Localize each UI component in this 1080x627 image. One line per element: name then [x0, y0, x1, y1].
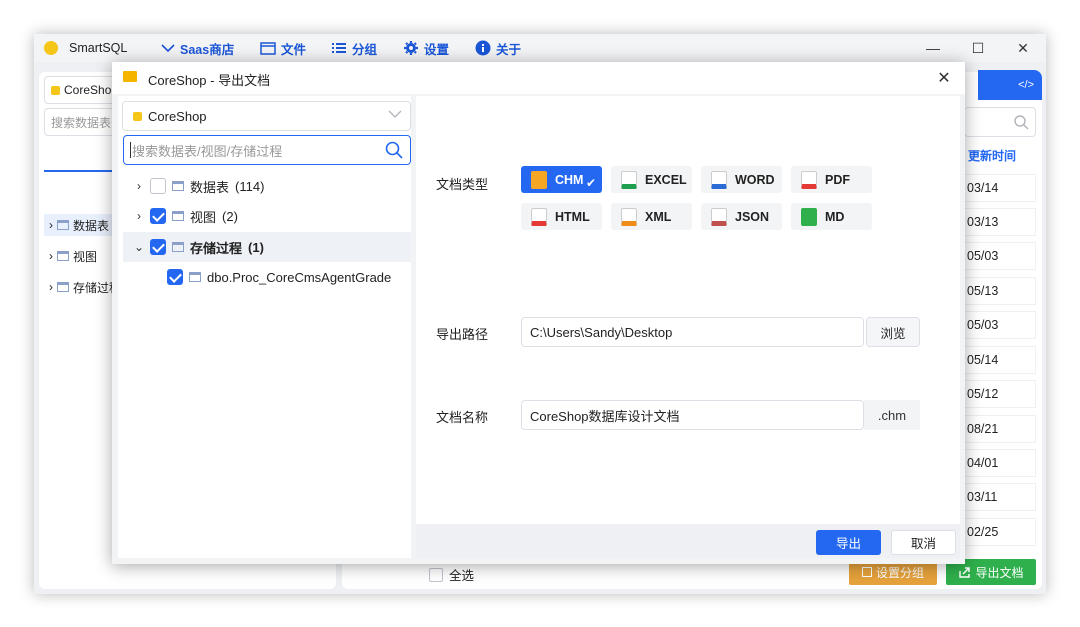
titlebar: SmartSQL Saas商店 文件 分组 设置 关于 — ☐ ✕: [34, 34, 1046, 62]
export-path-input[interactable]: C:\Users\Sandy\Desktop: [521, 317, 864, 347]
html-file-icon: [531, 207, 547, 226]
procedure-icon: [172, 242, 184, 252]
tree-node-tables[interactable]: › 数据表 (114): [134, 171, 411, 201]
export-button[interactable]: 导出: [816, 530, 881, 555]
export-path-label: 导出路径: [436, 327, 489, 342]
date-cell: 04/01: [964, 449, 1036, 477]
date-cell: 02/25: [964, 518, 1036, 546]
date-cell: 05/14: [964, 346, 1036, 374]
tree-checkbox-proc-item[interactable]: [167, 269, 183, 285]
database-icon: [133, 111, 142, 121]
menu-saas-store[interactable]: Saas商店: [161, 34, 234, 62]
doc-type-chm[interactable]: CHM ✔: [521, 166, 602, 193]
pdf-file-icon: [801, 170, 817, 189]
tree-node-proc-item[interactable]: dbo.Proc_CoreCmsAgentGrade: [167, 262, 411, 292]
doc-name-label: 文档名称: [436, 410, 489, 425]
close-button[interactable]: ✕: [1000, 34, 1046, 62]
date-cell: 05/03: [964, 242, 1036, 270]
view-icon: [172, 211, 184, 221]
search-icon[interactable]: [384, 140, 404, 160]
list-icon: [331, 41, 347, 55]
doc-type-xml[interactable]: XML: [611, 203, 692, 230]
menu-group[interactable]: 分组: [331, 34, 377, 62]
procedure-icon: [189, 272, 201, 282]
check-icon: ✔: [585, 176, 596, 190]
gear-icon: [403, 40, 419, 56]
app-title: SmartSQL: [44, 34, 127, 62]
app-name: SmartSQL: [69, 41, 128, 55]
doc-name-suffix: .chm: [864, 400, 920, 430]
tree-checkbox-procedures[interactable]: [150, 239, 166, 255]
group-icon: [861, 567, 872, 577]
export-settings-panel: 文档类型 CHM ✔ EXCEL WORD PDF HTML XML JSON …: [416, 96, 960, 524]
select-all-checkbox[interactable]: 全选: [429, 565, 474, 584]
table-icon: [172, 181, 184, 191]
doc-type-html[interactable]: HTML: [521, 203, 602, 230]
bg-tree-item-procs[interactable]: › 存储过程: [49, 276, 121, 298]
menu-file[interactable]: 文件: [260, 34, 306, 62]
table-icon: [57, 220, 69, 230]
bg-tree-item-views[interactable]: › 视图: [49, 245, 97, 267]
folder-icon: [260, 41, 276, 55]
doc-type-label: 文档类型: [436, 177, 489, 192]
minimize-button[interactable]: —: [910, 34, 956, 62]
database-icon: [51, 85, 60, 95]
chevron-down-icon: [388, 108, 402, 122]
date-cell: 05/03: [964, 311, 1036, 339]
date-cell: 03/13: [964, 208, 1036, 236]
tree-node-views[interactable]: › 视图 (2): [134, 201, 411, 231]
dialog-close-button[interactable]: ✕: [931, 66, 957, 90]
date-cell: 05/12: [964, 380, 1036, 408]
code-view-button[interactable]: </>: [978, 70, 1042, 100]
date-cell: 08/21: [964, 415, 1036, 443]
excel-file-icon: [621, 170, 637, 189]
database-select[interactable]: CoreShop: [122, 101, 411, 131]
info-icon: [475, 40, 491, 56]
share-icon: [959, 566, 971, 578]
xml-file-icon: [621, 207, 637, 226]
cancel-button[interactable]: 取消: [891, 530, 956, 555]
doc-type-md[interactable]: MD: [791, 203, 872, 230]
word-file-icon: [711, 170, 727, 189]
column-header-update-time[interactable]: 更新时间: [968, 147, 1016, 164]
doc-type-word[interactable]: WORD: [701, 166, 782, 193]
folder-icon: [123, 71, 137, 82]
date-cell: 05/13: [964, 277, 1036, 305]
chevron-right-icon[interactable]: ›: [134, 179, 144, 193]
chevron-down-icon: [161, 43, 175, 53]
menu-about[interactable]: 关于: [475, 34, 521, 62]
date-cell: 03/14: [964, 174, 1036, 202]
object-tree-panel: CoreShop 搜索数据表/视图/存储过程 › 数据表 (114) › 视图 …: [118, 96, 411, 558]
maximize-button[interactable]: ☐: [955, 34, 1001, 62]
view-icon: [57, 251, 69, 261]
tree-checkbox-tables[interactable]: [150, 178, 166, 194]
md-file-icon: [801, 207, 817, 226]
chevron-right-icon[interactable]: ›: [134, 209, 144, 223]
dialog-title: CoreShop - 导出文档: [148, 73, 271, 88]
bg-table-search[interactable]: [964, 107, 1036, 137]
doc-type-excel[interactable]: EXCEL: [611, 166, 692, 193]
json-file-icon: [711, 207, 727, 226]
tree-search-input[interactable]: 搜索数据表/视图/存储过程: [123, 135, 411, 165]
search-icon: [1014, 115, 1029, 130]
chevron-down-icon[interactable]: ⌄: [134, 240, 144, 254]
menu-settings[interactable]: 设置: [403, 34, 449, 62]
app-logo-icon: [44, 41, 58, 55]
export-dialog: CoreShop - 导出文档 ✕ CoreShop 搜索数据表/视图/存储过程…: [112, 62, 965, 564]
tree-node-procedures[interactable]: ⌄ 存储过程 (1): [123, 232, 411, 262]
tree-checkbox-views[interactable]: [150, 208, 166, 224]
browse-button[interactable]: 浏览: [866, 317, 920, 347]
date-cell: 03/11: [964, 483, 1036, 511]
doc-name-input[interactable]: CoreShop数据库设计文档: [521, 400, 864, 430]
dialog-titlebar: CoreShop - 导出文档 ✕: [112, 62, 965, 94]
doc-type-pdf[interactable]: PDF: [791, 166, 872, 193]
chm-file-icon: [531, 170, 547, 189]
procedure-icon: [57, 282, 69, 292]
doc-type-json[interactable]: JSON: [701, 203, 782, 230]
text-cursor: [130, 142, 131, 158]
